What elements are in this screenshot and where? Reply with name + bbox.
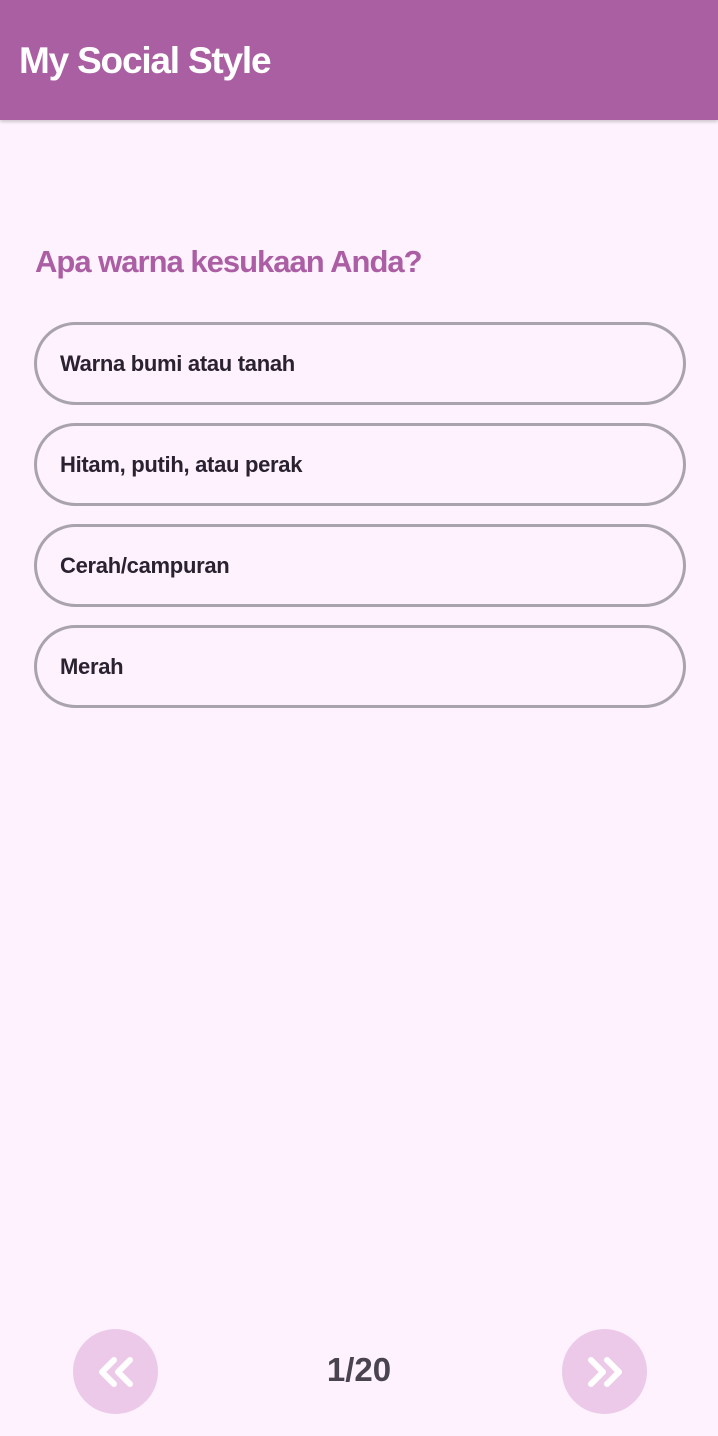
app-title: My Social Style — [19, 40, 272, 81]
double-chevron-left-icon — [98, 1356, 133, 1387]
answer-option[interactable]: Cerah/campuran — [34, 524, 686, 607]
question-text: Apa warna kesukaan Anda? — [35, 244, 423, 279]
page-indicator: 1/20 — [326, 1351, 392, 1388]
answer-option[interactable]: Merah — [34, 625, 686, 708]
app-bar: My Social Style — [0, 0, 718, 120]
double-chevron-right-icon — [587, 1356, 622, 1387]
answer-option-label: Warna bumi atau tanah — [60, 350, 295, 376]
answer-option-label: Merah — [60, 653, 124, 679]
answer-option-label: Cerah/campuran — [60, 552, 230, 578]
answer-option[interactable]: Warna bumi atau tanah — [34, 322, 686, 405]
answer-option-label: Hitam, putih, atau perak — [60, 451, 303, 477]
answer-option[interactable]: Hitam, putih, atau perak — [34, 423, 686, 506]
next-button[interactable] — [562, 1329, 647, 1414]
answer-options: Warna bumi atau tanah Hitam, putih, atau… — [34, 322, 686, 726]
previous-button[interactable] — [73, 1329, 158, 1414]
